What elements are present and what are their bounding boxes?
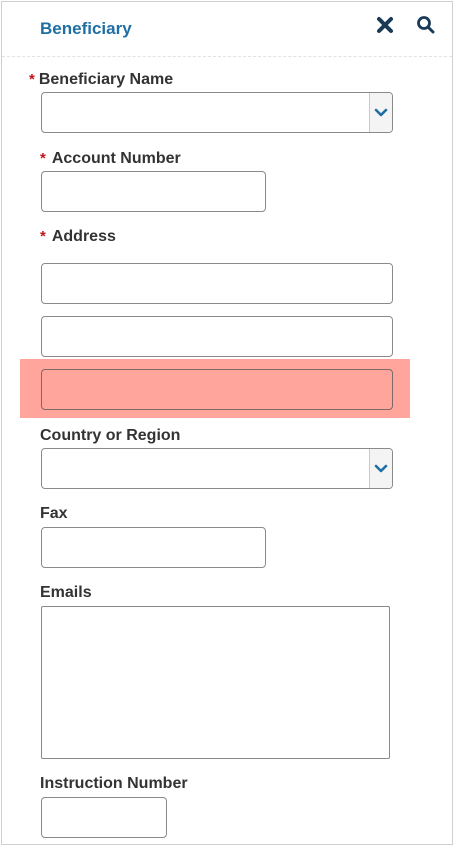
fax-input[interactable] — [41, 527, 266, 568]
account-number-input[interactable] — [41, 171, 266, 212]
address-line3-input[interactable] — [41, 369, 393, 410]
instruction-number-input[interactable] — [41, 797, 167, 838]
address-label-text: Address — [51, 228, 116, 245]
emails-textarea[interactable] — [41, 606, 390, 759]
address-line2-input[interactable] — [41, 316, 393, 357]
chevron-down-icon — [374, 108, 388, 116]
country-dropdown-toggle[interactable] — [369, 449, 392, 488]
emails-label: Emails — [40, 584, 92, 601]
beneficiary-name-label-text: Beneficiary Name — [38, 71, 174, 88]
panel-title: Beneficiary — [40, 19, 132, 38]
required-marker: * — [29, 71, 35, 88]
address-line1-input[interactable] — [41, 263, 393, 304]
required-marker: * — [40, 228, 46, 245]
country-select[interactable] — [41, 448, 393, 489]
close-icon[interactable] — [374, 14, 396, 36]
account-number-label-text: Account Number — [51, 150, 181, 167]
chevron-down-icon — [374, 464, 388, 472]
country-label: Country or Region — [40, 427, 181, 444]
fax-label: Fax — [40, 505, 68, 522]
panel-header: Beneficiary — [2, 2, 452, 57]
instruction-number-label: Instruction Number — [40, 775, 188, 792]
required-marker: * — [40, 150, 46, 167]
search-icon[interactable] — [415, 14, 437, 36]
account-number-label: * Account Number — [40, 150, 181, 168]
beneficiary-name-dropdown-toggle[interactable] — [369, 93, 392, 132]
beneficiary-name-label: * Beneficiary Name — [29, 71, 173, 89]
beneficiary-name-select[interactable] — [41, 92, 393, 133]
address-label: * Address — [40, 228, 116, 246]
beneficiary-panel: Beneficiary * Beneficiary Name * Account N… — [1, 1, 453, 845]
